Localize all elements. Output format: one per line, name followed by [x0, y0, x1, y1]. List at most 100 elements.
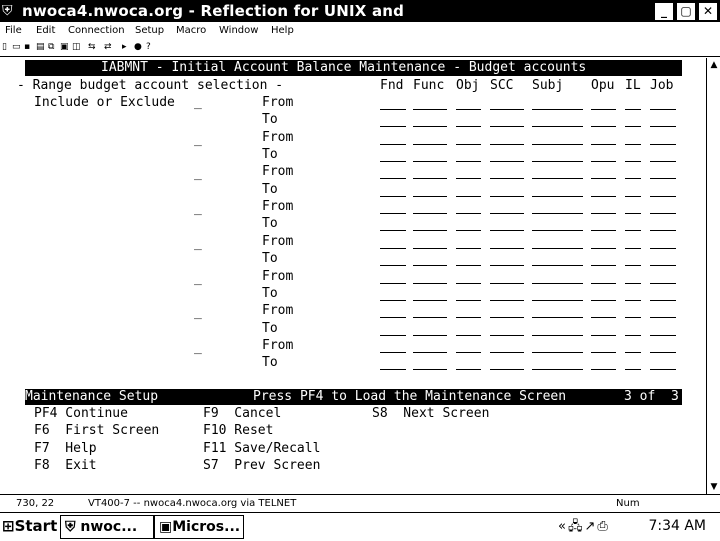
from-obj-field[interactable]	[456, 351, 481, 353]
from-func-field[interactable]	[413, 178, 447, 180]
from-func-field[interactable]	[413, 247, 447, 249]
to-opu-field[interactable]	[591, 161, 616, 162]
to-job-field[interactable]	[650, 369, 676, 371]
to-subj-field[interactable]	[532, 334, 583, 336]
to-func-field[interactable]	[413, 299, 447, 301]
from-fnd-field[interactable]	[380, 247, 406, 249]
to-subj-field[interactable]	[532, 195, 583, 197]
from-func-field[interactable]	[413, 213, 447, 215]
to-il-field[interactable]	[625, 195, 641, 197]
from-il-field[interactable]	[625, 109, 641, 110]
from-fnd-field[interactable]	[380, 178, 406, 180]
to-opu-field[interactable]	[591, 299, 616, 301]
to-fnd-field[interactable]	[380, 299, 406, 301]
include-exclude-field[interactable]: _	[194, 271, 202, 286]
vertical-scrollbar[interactable]: ▲ ▼	[706, 58, 720, 494]
close-button[interactable]: ✕	[698, 2, 718, 21]
from-func-field[interactable]	[413, 282, 447, 284]
to-scc-field[interactable]	[490, 230, 524, 232]
from-obj-field[interactable]	[456, 317, 481, 319]
key-f6-first-screen[interactable]: F6 First Screen	[34, 423, 159, 438]
to-il-field[interactable]	[625, 230, 641, 232]
to-il-field[interactable]	[625, 334, 641, 336]
terminal-screen[interactable]: IABMNT - Initial Account Balance Mainten…	[0, 58, 706, 493]
to-scc-field[interactable]	[490, 369, 524, 371]
from-opu-field[interactable]	[591, 109, 616, 110]
to-job-field[interactable]	[650, 334, 676, 336]
menu-file[interactable]: File	[5, 25, 22, 36]
from-job-field[interactable]	[650, 351, 676, 353]
from-fnd-field[interactable]	[380, 351, 406, 353]
scroll-up-icon[interactable]: ▲	[707, 58, 720, 72]
to-subj-field[interactable]	[532, 299, 583, 301]
to-il-field[interactable]	[625, 161, 641, 162]
to-fnd-field[interactable]	[380, 369, 406, 371]
copy-icon[interactable]: ⧉	[48, 42, 54, 52]
to-fnd-field[interactable]	[380, 126, 406, 128]
from-scc-field[interactable]	[490, 178, 524, 180]
from-subj-field[interactable]	[532, 247, 583, 249]
from-opu-field[interactable]	[591, 282, 616, 284]
to-obj-field[interactable]	[456, 126, 481, 128]
to-subj-field[interactable]	[532, 369, 583, 371]
run-macro-icon[interactable]: ▸	[122, 42, 127, 52]
from-job-field[interactable]	[650, 317, 676, 319]
key-f10-reset[interactable]: F10 Reset	[203, 423, 273, 438]
include-exclude-field[interactable]: _	[194, 95, 202, 110]
from-func-field[interactable]	[413, 143, 447, 145]
include-exclude-field[interactable]: _	[194, 166, 202, 181]
to-func-field[interactable]	[413, 195, 447, 197]
from-job-field[interactable]	[650, 213, 676, 215]
to-opu-field[interactable]	[591, 265, 616, 267]
key-s8-next-screen[interactable]: S8 Next Screen	[372, 406, 489, 421]
to-scc-field[interactable]	[490, 334, 524, 336]
printer-icon[interactable]: ⎙	[597, 519, 609, 534]
key-f11-save-recall[interactable]: F11 Save/Recall	[203, 441, 320, 456]
from-opu-field[interactable]	[591, 351, 616, 353]
from-scc-field[interactable]	[490, 109, 524, 110]
include-exclude-field[interactable]: _	[194, 132, 202, 147]
open-icon[interactable]: ▭	[12, 42, 21, 52]
from-scc-field[interactable]	[490, 143, 524, 145]
from-fnd-field[interactable]	[380, 143, 406, 145]
from-il-field[interactable]	[625, 143, 641, 145]
from-il-field[interactable]	[625, 282, 641, 284]
to-il-field[interactable]	[625, 369, 641, 371]
to-obj-field[interactable]	[456, 265, 481, 267]
to-func-field[interactable]	[413, 230, 447, 232]
to-job-field[interactable]	[650, 230, 676, 232]
from-obj-field[interactable]	[456, 109, 481, 110]
paste-icon[interactable]: ▣	[60, 42, 69, 52]
to-obj-field[interactable]	[456, 195, 481, 197]
from-il-field[interactable]	[625, 351, 641, 353]
from-fnd-field[interactable]	[380, 109, 406, 110]
include-exclude-field[interactable]: _	[194, 305, 202, 320]
to-scc-field[interactable]	[490, 299, 524, 301]
to-fnd-field[interactable]	[380, 265, 406, 267]
from-obj-field[interactable]	[456, 213, 481, 215]
from-func-field[interactable]	[413, 351, 447, 353]
from-scc-field[interactable]	[490, 282, 524, 284]
menu-edit[interactable]: Edit	[36, 25, 55, 36]
to-job-field[interactable]	[650, 126, 676, 128]
to-opu-field[interactable]	[591, 369, 616, 371]
connect-icon[interactable]: ⇄	[104, 42, 112, 52]
from-opu-field[interactable]	[591, 213, 616, 215]
menu-window[interactable]: Window	[219, 25, 258, 36]
to-subj-field[interactable]	[532, 161, 583, 162]
to-obj-field[interactable]	[456, 161, 481, 162]
from-subj-field[interactable]	[532, 351, 583, 353]
from-obj-field[interactable]	[456, 143, 481, 145]
key-pf4-continue[interactable]: PF4 Continue	[34, 406, 128, 421]
minimize-button[interactable]: _	[654, 2, 674, 21]
reflection-app-icon[interactable]: ⛨	[2, 3, 13, 19]
from-subj-field[interactable]	[532, 317, 583, 319]
from-opu-field[interactable]	[591, 247, 616, 249]
print-icon[interactable]: ▤	[36, 42, 45, 52]
from-fnd-field[interactable]	[380, 213, 406, 215]
menu-macro[interactable]: Macro	[176, 25, 206, 36]
from-job-field[interactable]	[650, 247, 676, 249]
taskbar-item-microsoft[interactable]: ▣Micros...	[154, 515, 244, 539]
pen-icon[interactable]: ↗	[584, 519, 597, 534]
to-job-field[interactable]	[650, 161, 676, 162]
